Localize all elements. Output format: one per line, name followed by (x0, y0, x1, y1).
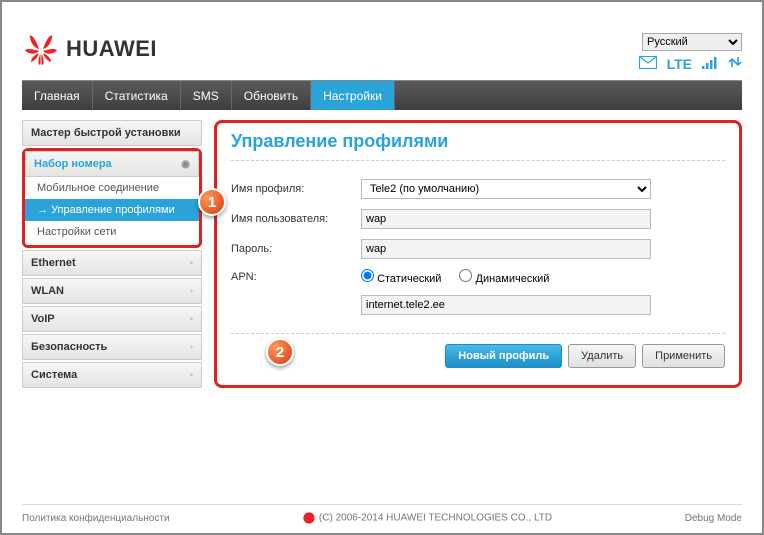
new-profile-button[interactable]: Новый профиль (445, 344, 562, 368)
header: HUAWEI Русский LTE (22, 14, 742, 74)
chevron-icon: ◦ (189, 342, 193, 353)
chevron-icon: ◦ (189, 286, 193, 297)
copyright-text: (C) 2006-2014 HUAWEI TECHNOLOGIES CO., L… (319, 513, 552, 524)
sidebar-mobile-conn[interactable]: Мобильное соединение (25, 177, 199, 199)
chevron-icon: ◦ (189, 314, 193, 325)
sidebar-profile-mgmt[interactable]: → Управление профилями (25, 199, 199, 221)
huawei-tiny-logo-icon (302, 513, 319, 524)
sidebar-label: Мастер быстрой установки (31, 127, 181, 139)
annotation-bubble-1: 1 (198, 188, 226, 216)
radio-label: Статический (377, 273, 441, 285)
apply-button[interactable]: Применить (642, 344, 725, 368)
nav-update[interactable]: Обновить (232, 81, 311, 110)
sidebar-label: VoIP (31, 313, 55, 325)
status-icons: LTE (639, 55, 742, 74)
sidebar-label: Ethernet (31, 257, 76, 269)
chevron-icon: ◦ (189, 370, 193, 381)
sidebar-label: Безопасность (31, 341, 107, 353)
apn-static-radio[interactable] (361, 269, 374, 282)
annotation-bubble-2: 2 (266, 338, 294, 366)
page-title: Управление профилями (231, 131, 725, 161)
delete-button[interactable]: Удалить (568, 344, 636, 368)
huawei-logo-icon (22, 30, 60, 68)
footer: Политика конфиденциальности (C) 2006-201… (22, 504, 742, 525)
sidebar-label: Набор номера (34, 158, 112, 170)
sidebar-voip[interactable]: VoIP ◦ (22, 306, 202, 332)
username-label: Имя пользователя: (231, 213, 361, 225)
language-select[interactable]: Русский (642, 33, 742, 51)
sidebar-dialup-group: Набор номера ◉ Мобильное соединение → Уп… (22, 148, 202, 248)
chevron-circle-icon: ◉ (181, 159, 190, 170)
password-input[interactable] (361, 239, 651, 259)
username-input[interactable] (361, 209, 651, 229)
signal-icon (702, 56, 718, 72)
password-label: Пароль: (231, 243, 361, 255)
privacy-link[interactable]: Политика конфиденциальности (22, 513, 170, 524)
nav-home[interactable]: Главная (22, 81, 93, 110)
sidebar-quick-setup[interactable]: Мастер быстрой установки (22, 120, 202, 146)
apn-label: APN: (231, 271, 361, 283)
updown-icon (728, 55, 742, 72)
sidebar-network-settings[interactable]: Настройки сети (25, 221, 199, 243)
sidebar-dialup-header[interactable]: Набор номера ◉ (25, 151, 199, 177)
sidebar-security[interactable]: Безопасность ◦ (22, 334, 202, 360)
nav-stats[interactable]: Статистика (93, 81, 181, 110)
debug-link[interactable]: Debug Mode (685, 513, 742, 524)
main-nav: Главная Статистика SMS Обновить Настройк… (22, 80, 742, 110)
sidebar-label: Управление профилями (51, 204, 175, 216)
nav-settings[interactable]: Настройки (311, 81, 395, 110)
logo-text: HUAWEI (66, 36, 157, 62)
mail-icon[interactable] (639, 56, 657, 72)
radio-label: Динамический (476, 273, 550, 285)
nav-sms[interactable]: SMS (181, 81, 232, 110)
sidebar-system[interactable]: Система ◦ (22, 362, 202, 388)
apn-static-option[interactable]: Статический (361, 269, 441, 285)
profile-select[interactable]: Tele2 (по умолчанию) (361, 179, 651, 199)
profile-name-label: Имя профиля: (231, 183, 361, 195)
chevron-icon: ◦ (189, 258, 193, 269)
sidebar-ethernet[interactable]: Ethernet ◦ (22, 250, 202, 276)
sidebar: Мастер быстрой установки Набор номера ◉ … (22, 120, 202, 388)
sidebar-wlan[interactable]: WLAN ◦ (22, 278, 202, 304)
logo: HUAWEI (22, 30, 157, 74)
apn-dynamic-option[interactable]: Динамический (459, 269, 549, 285)
sidebar-label: WLAN (31, 285, 64, 297)
apn-dynamic-radio[interactable] (459, 269, 472, 282)
apn-input[interactable] (361, 295, 651, 315)
network-badge: LTE (667, 56, 692, 72)
sidebar-label: Система (31, 369, 77, 381)
